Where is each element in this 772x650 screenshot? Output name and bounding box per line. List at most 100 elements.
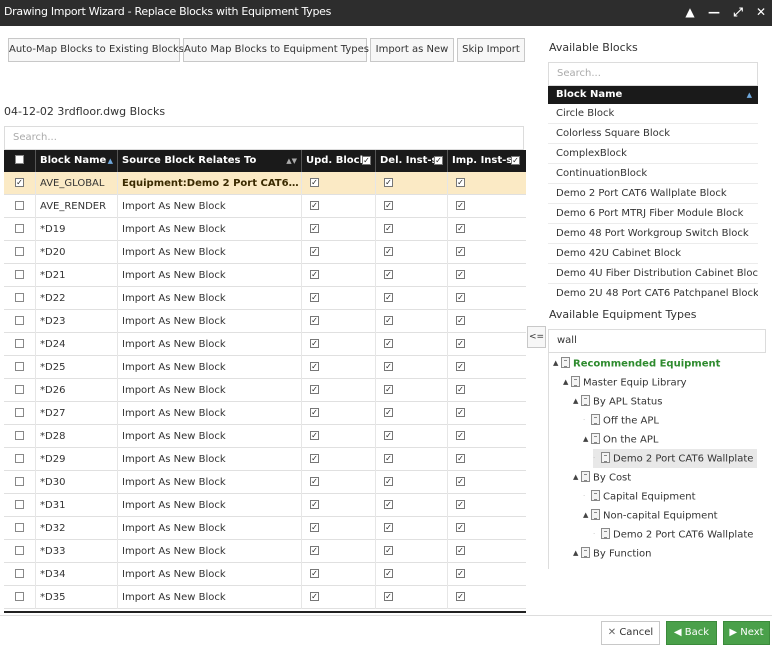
row-select-checkbox[interactable] xyxy=(15,269,24,279)
list-item[interactable]: Demo 48 Port Workgroup Switch Block xyxy=(548,224,758,244)
equipment-search-input[interactable]: wall xyxy=(548,329,766,353)
table-row[interactable]: *D33 Import As New Block ✓ ✓ ✓ xyxy=(4,540,526,563)
tree-node[interactable]: ▲ On the APL xyxy=(583,430,658,449)
imp-inst-checkbox[interactable]: ✓ xyxy=(456,246,465,256)
row-select-checkbox[interactable] xyxy=(15,499,24,509)
row-select-checkbox[interactable] xyxy=(15,223,24,233)
tree-node[interactable]: ▲ Recommended Equipment xyxy=(553,354,720,373)
source-relates-cell[interactable]: Import As New Block xyxy=(118,540,302,563)
source-relates-cell[interactable]: Import As New Block xyxy=(118,264,302,287)
del-inst-checkbox[interactable]: ✓ xyxy=(384,430,393,440)
table-row[interactable]: *D32 Import As New Block ✓ ✓ ✓ xyxy=(4,517,526,540)
upd-block-checkbox[interactable]: ✓ xyxy=(310,591,319,601)
table-row[interactable]: *D31 Import As New Block ✓ ✓ ✓ xyxy=(4,494,526,517)
del-inst-checkbox[interactable]: ✓ xyxy=(384,384,393,394)
table-row[interactable]: *D29 Import As New Block ✓ ✓ ✓ xyxy=(4,448,526,471)
source-relates-cell[interactable]: Import As New Block xyxy=(118,218,302,241)
upd-block-checkbox[interactable]: ✓ xyxy=(310,522,319,532)
imp-inst-checkbox[interactable]: ✓ xyxy=(456,522,465,532)
next-button[interactable]: ▶ Next xyxy=(723,621,770,645)
del-inst-checkbox[interactable]: ✓ xyxy=(384,361,393,371)
close-icon[interactable]: ✕ xyxy=(753,4,769,20)
source-relates-cell[interactable]: Equipment:Demo 2 Port CAT6 Wal... xyxy=(118,172,302,195)
upd-block-checkbox[interactable]: ✓ xyxy=(310,246,319,256)
row-select-checkbox[interactable] xyxy=(15,407,24,417)
expand-toggle-icon[interactable]: ▲ xyxy=(583,430,591,449)
expand-toggle-icon[interactable]: ▲ xyxy=(573,468,581,487)
source-relates-cell[interactable]: Import As New Block xyxy=(118,287,302,310)
tree-node[interactable]: ▲ Non-capital Equipment xyxy=(583,506,718,525)
expand-toggle-icon[interactable]: ▲ xyxy=(573,392,581,411)
skip-import-button[interactable]: Skip Import xyxy=(457,38,525,62)
del-inst-checkbox[interactable]: ✓ xyxy=(384,315,393,325)
source-relates-cell[interactable]: Import As New Block xyxy=(118,448,302,471)
tree-node[interactable]: · Capital Equipment xyxy=(583,487,696,506)
del-inst-checkbox[interactable]: ✓ xyxy=(384,499,393,509)
imp-inst-checkbox[interactable]: ✓ xyxy=(456,338,465,348)
table-row[interactable]: AVE_RENDER Import As New Block ✓ ✓ ✓ xyxy=(4,195,526,218)
cancel-button[interactable]: ✕ Cancel xyxy=(601,621,660,645)
upd-block-checkbox[interactable]: ✓ xyxy=(310,407,319,417)
expand-toggle-icon[interactable]: ▲ xyxy=(563,373,571,392)
row-select-checkbox[interactable] xyxy=(15,384,24,394)
upd-block-checkbox[interactable]: ✓ xyxy=(310,453,319,463)
available-blocks-search-input[interactable]: Search... xyxy=(548,62,758,86)
imp-inst-checkbox[interactable]: ✓ xyxy=(456,453,465,463)
expand-toggle-icon[interactable]: ▲ xyxy=(583,506,591,525)
del-inst-checkbox[interactable]: ✓ xyxy=(384,591,393,601)
row-select-checkbox[interactable] xyxy=(15,568,24,578)
imp-inst-checkbox[interactable]: ✓ xyxy=(456,223,465,233)
source-relates-cell[interactable]: Import As New Block xyxy=(118,517,302,540)
del-inst-checkbox[interactable]: ✓ xyxy=(384,476,393,486)
upd-block-checkbox[interactable]: ✓ xyxy=(310,361,319,371)
col-source-relates[interactable]: Source Block Relates To ▲▼ xyxy=(118,150,302,172)
list-item[interactable]: Demo 6 Port MTRJ Fiber Module Block xyxy=(548,204,758,224)
col-upd-block[interactable]: Upd. Block ✓ xyxy=(302,150,376,172)
upd-block-checkbox[interactable]: ✓ xyxy=(310,430,319,440)
imp-inst-checkbox[interactable]: ✓ xyxy=(456,430,465,440)
blocks-search-input[interactable]: Search... xyxy=(4,126,524,150)
tree-node[interactable]: · Demo 2 Port CAT6 Wallplate xyxy=(593,449,758,468)
list-item[interactable]: ContinuationBlock xyxy=(548,164,758,184)
imp-inst-checkbox[interactable]: ✓ xyxy=(456,476,465,486)
import-as-new-button[interactable]: Import as New xyxy=(370,38,454,62)
table-row[interactable]: *D27 Import As New Block ✓ ✓ ✓ xyxy=(4,402,526,425)
imp-inst-checkbox[interactable]: ✓ xyxy=(456,545,465,555)
minimize-icon[interactable]: — xyxy=(706,4,722,20)
tree-node[interactable]: · Off the APL xyxy=(583,411,659,430)
list-item[interactable]: Demo 4U Fiber Distribution Cabinet Block xyxy=(548,264,758,284)
upd-block-checkbox[interactable]: ✓ xyxy=(310,568,319,578)
source-relates-cell[interactable]: Import As New Block xyxy=(118,241,302,264)
list-item[interactable]: ComplexBlock xyxy=(548,144,758,164)
upd-block-checkbox[interactable]: ✓ xyxy=(310,177,319,187)
imp-inst-checkbox[interactable]: ✓ xyxy=(456,361,465,371)
imp-inst-checkbox[interactable]: ✓ xyxy=(456,591,465,601)
source-relates-cell[interactable]: Import As New Block xyxy=(118,494,302,517)
imp-inst-checkbox[interactable]: ✓ xyxy=(456,269,465,279)
maximize-icon[interactable]: ⤢ xyxy=(730,4,746,20)
source-relates-cell[interactable]: Import As New Block xyxy=(118,586,302,609)
tree-node[interactable]: ▲ By Cost xyxy=(573,468,631,487)
col-imp-inst[interactable]: Imp. Inst-s ✓ xyxy=(448,150,526,172)
source-relates-cell[interactable]: Import As New Block xyxy=(118,379,302,402)
row-select-checkbox[interactable] xyxy=(15,200,24,210)
del-inst-checkbox[interactable]: ✓ xyxy=(384,568,393,578)
row-select-checkbox[interactable] xyxy=(15,361,24,371)
select-all-checkbox[interactable] xyxy=(15,154,24,164)
del-inst-checkbox[interactable]: ✓ xyxy=(384,223,393,233)
row-select-checkbox[interactable] xyxy=(15,315,24,325)
row-select-checkbox[interactable] xyxy=(15,453,24,463)
tree-node[interactable]: ▲ By APL Status xyxy=(573,392,662,411)
expand-toggle-icon[interactable]: ▲ xyxy=(553,354,561,373)
upd-block-checkbox[interactable]: ✓ xyxy=(310,384,319,394)
row-select-checkbox[interactable] xyxy=(15,292,24,302)
source-relates-cell[interactable]: Import As New Block xyxy=(118,333,302,356)
del-inst-checkbox[interactable]: ✓ xyxy=(384,292,393,302)
table-row[interactable]: *D20 Import As New Block ✓ ✓ ✓ xyxy=(4,241,526,264)
del-inst-checkbox[interactable]: ✓ xyxy=(384,246,393,256)
imp-inst-checkbox[interactable]: ✓ xyxy=(456,200,465,210)
list-item[interactable]: Circle Block xyxy=(548,104,758,124)
imp-inst-checkbox[interactable]: ✓ xyxy=(456,315,465,325)
del-inst-checkbox[interactable]: ✓ xyxy=(384,545,393,555)
row-select-checkbox[interactable] xyxy=(15,476,24,486)
